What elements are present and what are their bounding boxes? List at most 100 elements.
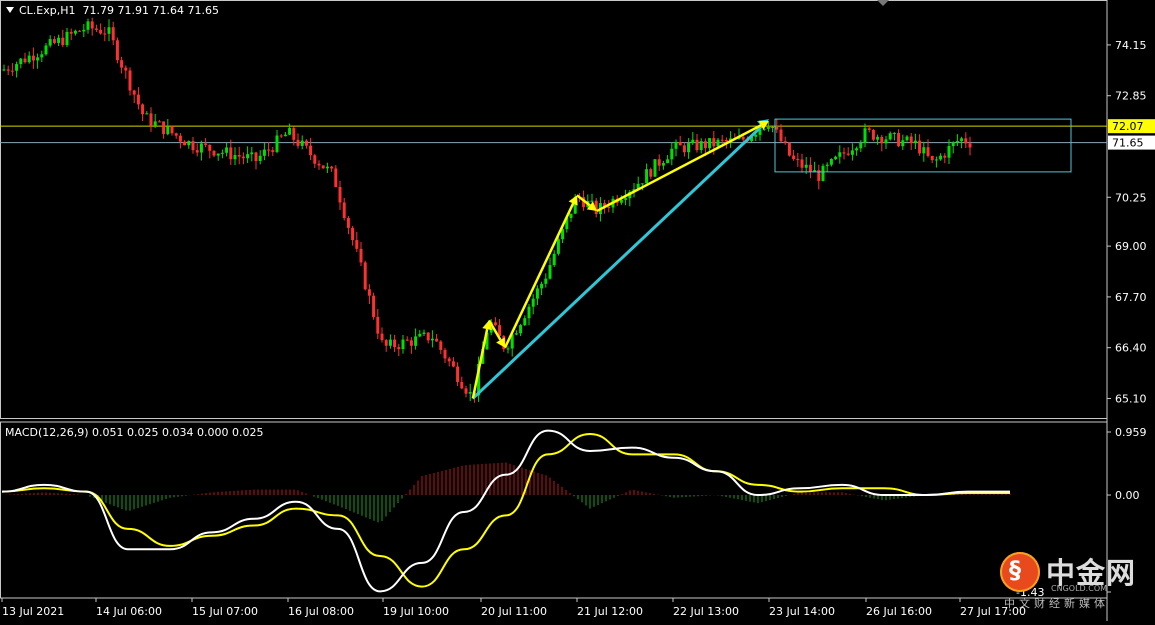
candle: [645, 163, 649, 184]
candle-body: [943, 155, 947, 158]
candle: [514, 330, 518, 336]
candle-body: [334, 168, 338, 188]
candle-body: [619, 199, 623, 203]
candle: [414, 328, 418, 350]
macd-main-line: [1, 429, 1010, 593]
candle: [527, 304, 531, 326]
candle-body: [796, 159, 800, 161]
candle-body: [934, 159, 938, 161]
price-tick: 72.85: [1107, 90, 1147, 103]
candle-body: [918, 140, 922, 154]
candle-body: [237, 155, 241, 157]
candle-body: [506, 348, 510, 350]
candle: [99, 23, 103, 35]
candle: [871, 128, 875, 142]
candle-body: [216, 153, 220, 156]
candle: [183, 140, 187, 146]
candle: [909, 132, 913, 150]
candle-body: [120, 60, 124, 68]
candle: [120, 56, 124, 74]
zigzag-arrow: [596, 124, 762, 213]
candle-body: [800, 159, 804, 168]
candle-body: [376, 316, 380, 334]
chart-canvas[interactable]: 13 Jul 2021 14 Jul 06:00 15 Jul 07:00 16 Ju…: [0, 0, 1155, 621]
candle-body: [292, 128, 296, 140]
candle-body: [418, 333, 422, 337]
candle-body: [44, 45, 48, 55]
candle-body: [73, 30, 77, 34]
candle: [922, 141, 926, 162]
candle: [187, 140, 191, 149]
chart-window[interactable]: 13 Jul 2021 14 Jul 06:00 15 Jul 07:00 16 Ju…: [0, 0, 1155, 621]
candle-body: [850, 150, 854, 155]
candle: [409, 337, 413, 354]
candle: [376, 309, 380, 339]
macd-tick-label: 0.00: [1115, 489, 1140, 502]
candle: [943, 153, 947, 164]
candle-body: [519, 325, 523, 334]
candle: [372, 292, 376, 320]
candle-body: [556, 239, 560, 254]
candle: [132, 89, 136, 104]
macd-tick-label: 0.959: [1115, 426, 1147, 439]
candle-body: [493, 322, 497, 326]
price-tick-label: 71.65: [1112, 137, 1144, 150]
candle: [456, 362, 460, 386]
chart-header: CL.Exp,H1 71.79 71.91 71.64 71.65: [6, 4, 219, 17]
candle-body: [657, 159, 661, 166]
candle: [258, 150, 262, 165]
candle-body: [531, 298, 535, 307]
candle: [6, 65, 10, 76]
candle-body: [262, 149, 266, 156]
time-tick: 14 Jul 06:00: [95, 598, 162, 618]
candle-body: [514, 333, 518, 335]
candle: [800, 153, 804, 173]
zigzag-arrow: [503, 202, 575, 349]
price-tick: 65.10: [1107, 392, 1147, 405]
candle: [934, 156, 938, 168]
candle: [191, 136, 195, 154]
candle: [267, 141, 271, 157]
candle-body: [355, 240, 359, 249]
candle: [884, 135, 888, 149]
candle-body: [754, 134, 758, 137]
candle-body: [964, 138, 968, 144]
time-tick: 22 Jul 13:00: [672, 598, 739, 618]
dropdown-triangle-icon[interactable]: [6, 7, 14, 13]
candle: [829, 158, 833, 167]
candle: [82, 23, 86, 37]
candle: [666, 155, 670, 164]
candle: [451, 357, 455, 368]
candle-body: [951, 142, 955, 147]
time-tick: 15 Jul 07:00: [191, 598, 258, 618]
candle-body: [968, 143, 972, 148]
candle: [2, 64, 6, 72]
candle-body: [724, 140, 728, 142]
candle-body: [279, 135, 283, 137]
candle: [44, 43, 48, 56]
candle-body: [863, 128, 867, 143]
candle-body: [178, 135, 182, 142]
candle-body: [90, 21, 94, 29]
candle: [544, 273, 548, 288]
candle: [905, 135, 909, 142]
candle: [78, 30, 82, 32]
candle: [430, 330, 434, 348]
candle: [128, 67, 132, 96]
candle-body: [892, 132, 896, 134]
watermark-domain: CNGOLD.COM: [1051, 584, 1108, 593]
time-tick-label: 20 Jul 11:00: [481, 605, 547, 618]
candle-body: [544, 278, 548, 284]
candle: [94, 24, 98, 33]
candle-body: [229, 147, 233, 160]
price-tick: 69.00: [1107, 240, 1147, 253]
candle: [792, 149, 796, 161]
candle: [69, 28, 73, 41]
candle: [401, 335, 405, 354]
candle: [569, 213, 573, 222]
candle: [363, 260, 367, 291]
candle: [225, 142, 229, 157]
candle-body: [779, 129, 783, 142]
candle-body: [99, 29, 103, 34]
candle-body: [141, 104, 145, 115]
